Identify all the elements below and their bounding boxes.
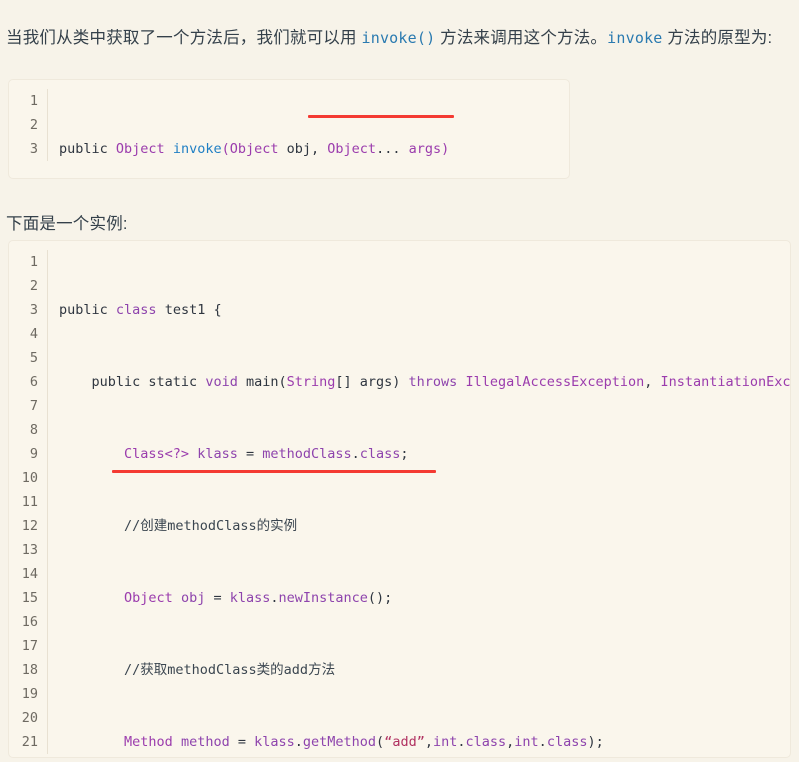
line-number: 17 xyxy=(21,638,38,654)
intro-text-part2: 方法来调用这个方法。 xyxy=(435,28,608,47)
code-content[interactable]: public Object invoke(Object obj, Object.… xyxy=(48,89,569,178)
line-number: 1 xyxy=(29,254,38,270)
line-number: 1 xyxy=(29,93,38,109)
line-number: 5 xyxy=(29,350,38,366)
line-number: 15 xyxy=(21,590,38,606)
line-number: 3 xyxy=(29,302,38,318)
code-block-inner: 1 2 3 4 5 6 7 8 9 10 11 12 13 14 15 16 1… xyxy=(9,241,790,757)
line-number: 6 xyxy=(29,374,38,390)
line-number: 4 xyxy=(29,326,38,342)
line-number-gutter: 1 2 3 xyxy=(9,89,48,161)
inline-code-invoke-call: invoke() xyxy=(361,28,436,47)
red-underline-varargs xyxy=(308,115,454,118)
line-number: 2 xyxy=(29,117,38,133)
line-number: 10 xyxy=(21,470,38,486)
code-line: public Object invoke(Object obj, Object.… xyxy=(59,141,450,157)
code-content[interactable]: public class test1 { public static void … xyxy=(48,250,791,757)
code-line: Class<?> klass = methodClass.class; xyxy=(124,446,409,462)
line-number: 9 xyxy=(29,446,38,462)
line-number: 7 xyxy=(29,398,38,414)
document-page: 当我们从类中获取了一个方法后，我们就可以用 invoke() 方法来调用这个方法… xyxy=(0,0,799,762)
line-number: 8 xyxy=(29,422,38,438)
line-number: 16 xyxy=(21,614,38,630)
code-line: //创建methodClass的实例 xyxy=(59,518,298,534)
line-number: 21 xyxy=(21,734,38,750)
code-line: //获取methodClass类的add方法 xyxy=(59,662,336,678)
code-line: public class test1 { xyxy=(59,302,222,318)
inline-code-invoke: invoke xyxy=(607,28,663,47)
code-block-method-signature: 1 2 3 public Object invoke(Object obj, O… xyxy=(8,79,570,179)
line-number: 13 xyxy=(21,542,38,558)
intro-paragraph: 当我们从类中获取了一个方法后，我们就可以用 invoke() 方法来调用这个方法… xyxy=(0,23,799,53)
line-number: 20 xyxy=(21,710,38,726)
code-line: Method method = klass.getMethod(“add”,in… xyxy=(124,734,604,750)
code-line: public static void main(String[] args) t… xyxy=(59,374,791,390)
code-line: Object obj = klass.newInstance(); xyxy=(124,590,393,606)
intro-text-part1: 当我们从类中获取了一个方法后，我们就可以用 xyxy=(6,28,362,47)
example-label: 下面是一个实例: xyxy=(6,214,128,233)
line-number: 19 xyxy=(21,686,38,702)
line-number: 14 xyxy=(21,566,38,582)
line-number: 3 xyxy=(29,141,38,157)
line-number: 18 xyxy=(21,662,38,678)
line-number-gutter: 1 2 3 4 5 6 7 8 9 10 11 12 13 14 15 16 1… xyxy=(9,250,48,754)
code-block-inner: 1 2 3 public Object invoke(Object obj, O… xyxy=(9,80,569,178)
code-block-example: 1 2 3 4 5 6 7 8 9 10 11 12 13 14 15 16 1… xyxy=(8,240,791,758)
line-number: 11 xyxy=(21,494,38,510)
line-number: 2 xyxy=(29,278,38,294)
intro-text-part3: 方法的原型为: xyxy=(662,28,773,47)
red-underline-invoke-call xyxy=(112,470,436,473)
line-number: 12 xyxy=(21,518,38,534)
